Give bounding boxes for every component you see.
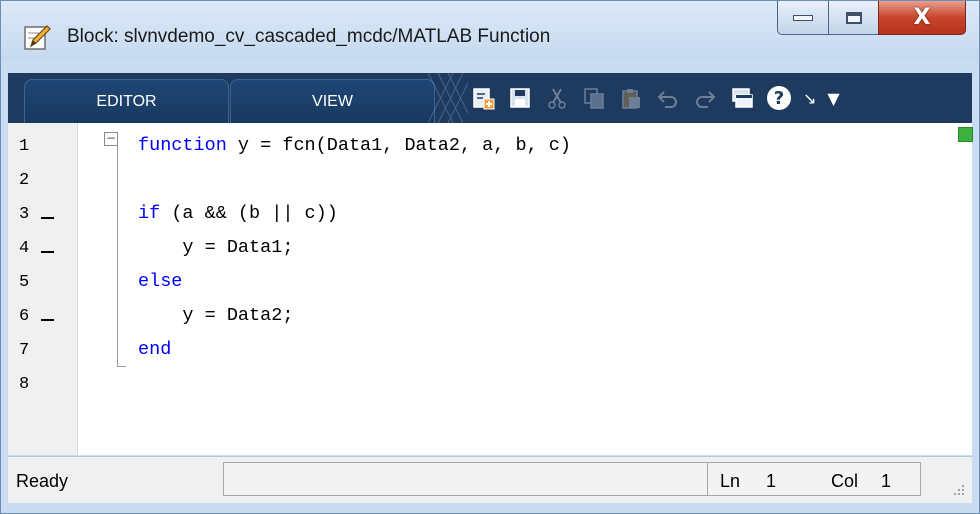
column-value: 1 [881,471,892,491]
code-line-6: y = Data2; [138,305,294,326]
status-bar: Ready Ln 1 Col 1 [8,456,972,503]
line-number: 1 [19,137,30,156]
maximize-icon [845,11,862,24]
save-button[interactable] [507,85,533,111]
tab-view-label: VIEW [312,92,353,110]
code-line-7: end [138,339,172,360]
breakpoint-marker[interactable] [41,217,54,219]
resize-grip-icon[interactable] [950,481,966,497]
toolstrip-tab-bar: EDITOR VIEW ? ↘ ▼ [8,73,972,123]
window-title: Block: slvnvdemo_cv_cascaded_mcdc/MATLAB… [67,26,551,47]
tab-editor-label: EDITOR [96,92,157,110]
matlab-function-editor-window: Block: slvnvdemo_cv_cascaded_mcdc/MATLAB… [0,0,980,514]
decorative-lattice [428,73,468,123]
copy-icon [584,88,604,109]
status-text: Ready [16,471,69,491]
copy-button[interactable] [581,85,607,111]
code-editor[interactable]: 1 2 3 4 5 6 7 8 − function y = fcn(Data1… [8,123,973,455]
redo-icon [696,91,716,108]
help-button[interactable]: ? [766,85,792,111]
editor-scrollbar[interactable] [948,123,972,455]
breakpoint-marker[interactable] [41,251,54,253]
new-script-button[interactable] [470,85,496,111]
quick-access-toolbar: ? ↘ ▼ [470,73,840,123]
line-label: Ln [720,471,741,491]
cut-button[interactable] [544,85,570,111]
code-analyzer-indicator[interactable] [958,127,973,142]
customize-toolbar-icon[interactable]: ▼ [827,89,839,108]
switch-windows-button[interactable] [729,85,755,111]
code-fold-toggle[interactable]: − [104,132,118,146]
line-number: 7 [19,341,30,360]
tab-editor[interactable]: EDITOR [24,79,229,123]
fold-guide-end [117,366,126,367]
code-line-3: if (a && (b || c)) [138,203,338,224]
save-icon [510,88,530,108]
paste-icon [622,89,640,109]
line-number: 2 [19,171,30,190]
help-icon: ? [767,86,791,110]
paste-button[interactable] [618,85,644,111]
close-button[interactable]: X [878,1,966,35]
undo-icon [657,91,677,108]
redo-button[interactable] [692,85,718,111]
line-number-gutter[interactable]: 1 2 3 4 5 6 7 8 [8,123,78,455]
status-message-field [223,462,708,496]
code-line-5: else [138,271,183,292]
minimize-toolstrip-icon[interactable]: ↘ [803,89,816,108]
title-bar[interactable]: Block: slvnvdemo_cv_cascaded_mcdc/MATLAB… [1,1,979,61]
line-number: 5 [19,273,30,292]
code-line-1: function y = fcn(Data1, Data2, a, b, c) [138,135,571,156]
code-line-4: y = Data1; [138,237,294,258]
breakpoint-marker[interactable] [41,319,54,321]
maximize-button[interactable] [828,1,879,35]
line-number: 6 [19,307,30,326]
undo-button[interactable] [655,85,681,111]
cut-icon [548,88,566,109]
new-script-icon [473,88,495,110]
fold-guide-line [117,145,118,366]
switch-windows-icon [732,88,753,108]
tab-view[interactable]: VIEW [230,79,435,123]
minimize-button[interactable] [777,1,829,35]
line-value: 1 [766,471,777,491]
line-number: 8 [19,375,30,394]
column-label: Col [831,471,859,491]
line-number: 3 [19,205,30,224]
minimize-icon [793,14,813,21]
edit-pencil-icon [24,25,51,50]
close-icon: X [913,5,931,30]
line-number: 4 [19,239,30,258]
